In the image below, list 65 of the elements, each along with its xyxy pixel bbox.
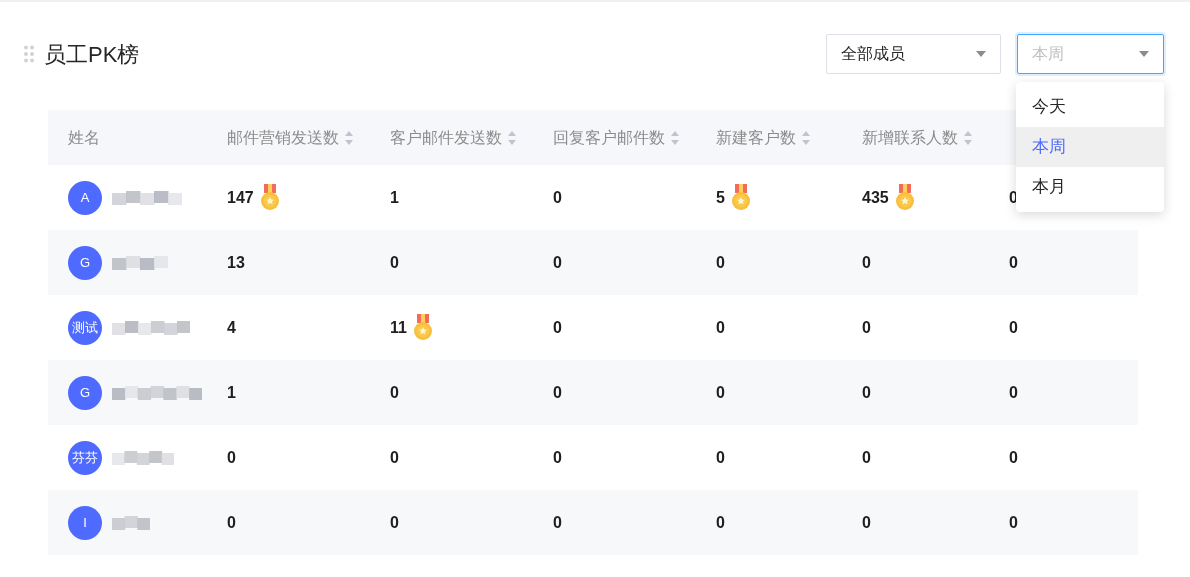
avatar: G: [68, 245, 102, 280]
sort-icon[interactable]: [802, 130, 810, 145]
table-cell-text: 0: [227, 447, 236, 468]
table-cell-text: 0: [862, 252, 871, 273]
table-cell-text: 4: [227, 317, 236, 338]
table-cell-text: 0: [553, 382, 562, 403]
table-cell-text: 11: [390, 317, 407, 338]
table-cell-text: 0: [1009, 512, 1018, 533]
medal-icon: [259, 184, 280, 211]
medal-icon: [730, 184, 751, 211]
sort-icon[interactable]: [345, 130, 353, 145]
table-cell-text: 1: [227, 382, 236, 403]
table-cell-text: 0: [862, 317, 871, 338]
table-cell-text: 0: [716, 252, 725, 273]
table-cell-text: 1: [390, 187, 399, 208]
table-cell-text: 0: [553, 512, 562, 533]
table-cell-text: 0: [227, 512, 236, 533]
table-cell-text: 0: [862, 382, 871, 403]
table-cell-text: 0: [553, 187, 562, 208]
avatar: G: [68, 375, 102, 410]
dropdown-option[interactable]: 本月: [1016, 167, 1164, 207]
table-cell-text: 0: [1009, 252, 1018, 273]
avatar: 芬芬: [68, 440, 102, 475]
table-cell-text: 0: [716, 447, 725, 468]
table-cell-text: 0: [862, 512, 871, 533]
filter-select[interactable]: 全部成员: [826, 34, 1001, 74]
table-cell-text: 5: [716, 187, 725, 208]
sort-icon[interactable]: [964, 130, 972, 145]
caret-icon: [976, 51, 986, 57]
table-cell-text: 0: [1009, 317, 1018, 338]
column-header: 姓名: [67, 127, 101, 148]
drag-handle-icon[interactable]: [24, 45, 34, 63]
table-cell-text: 0: [862, 447, 871, 468]
table-cell-text: 0: [1009, 447, 1018, 468]
table-cell-text: 0: [390, 512, 399, 533]
medal-icon: [894, 184, 915, 211]
table-cell-text: 0: [390, 447, 399, 468]
column-header[interactable]: 回复客户邮件数: [533, 125, 696, 150]
table-cell-text: 0: [1009, 382, 1018, 403]
filter-select[interactable]: 本周: [1017, 34, 1164, 74]
table-cell-text: 147: [227, 187, 254, 208]
table-cell-text: 0: [553, 252, 562, 273]
table-cell-text: 0: [553, 317, 562, 338]
column-header[interactable]: 邮件营销发送数: [207, 125, 370, 150]
table-cell-text: 0: [716, 512, 725, 533]
avatar: A: [68, 180, 102, 215]
column-header[interactable]: 新建客户数: [696, 125, 842, 150]
avatar: 测试: [68, 310, 102, 345]
dropdown-option[interactable]: 今天: [1016, 87, 1164, 127]
sort-icon[interactable]: [508, 130, 516, 145]
avatar: I: [68, 505, 102, 540]
table-cell-text: 0: [553, 447, 562, 468]
table-cell-text: 0: [716, 317, 725, 338]
table-cell-text: 435: [862, 187, 889, 208]
table-cell-text: 13: [227, 252, 245, 273]
medal-icon: [412, 314, 433, 341]
table-cell-text: 0: [390, 382, 399, 403]
column-header[interactable]: 客户邮件发送数: [370, 125, 533, 150]
sort-icon[interactable]: [671, 130, 679, 145]
caret-icon: [1139, 51, 1149, 57]
table-cell-text: 0: [390, 252, 399, 273]
table-cell-text: 0: [716, 382, 725, 403]
dropdown-option[interactable]: 本周: [1016, 127, 1164, 167]
section-title: 员工PK榜: [44, 40, 140, 69]
column-header[interactable]: 新增联系人数: [842, 125, 989, 150]
